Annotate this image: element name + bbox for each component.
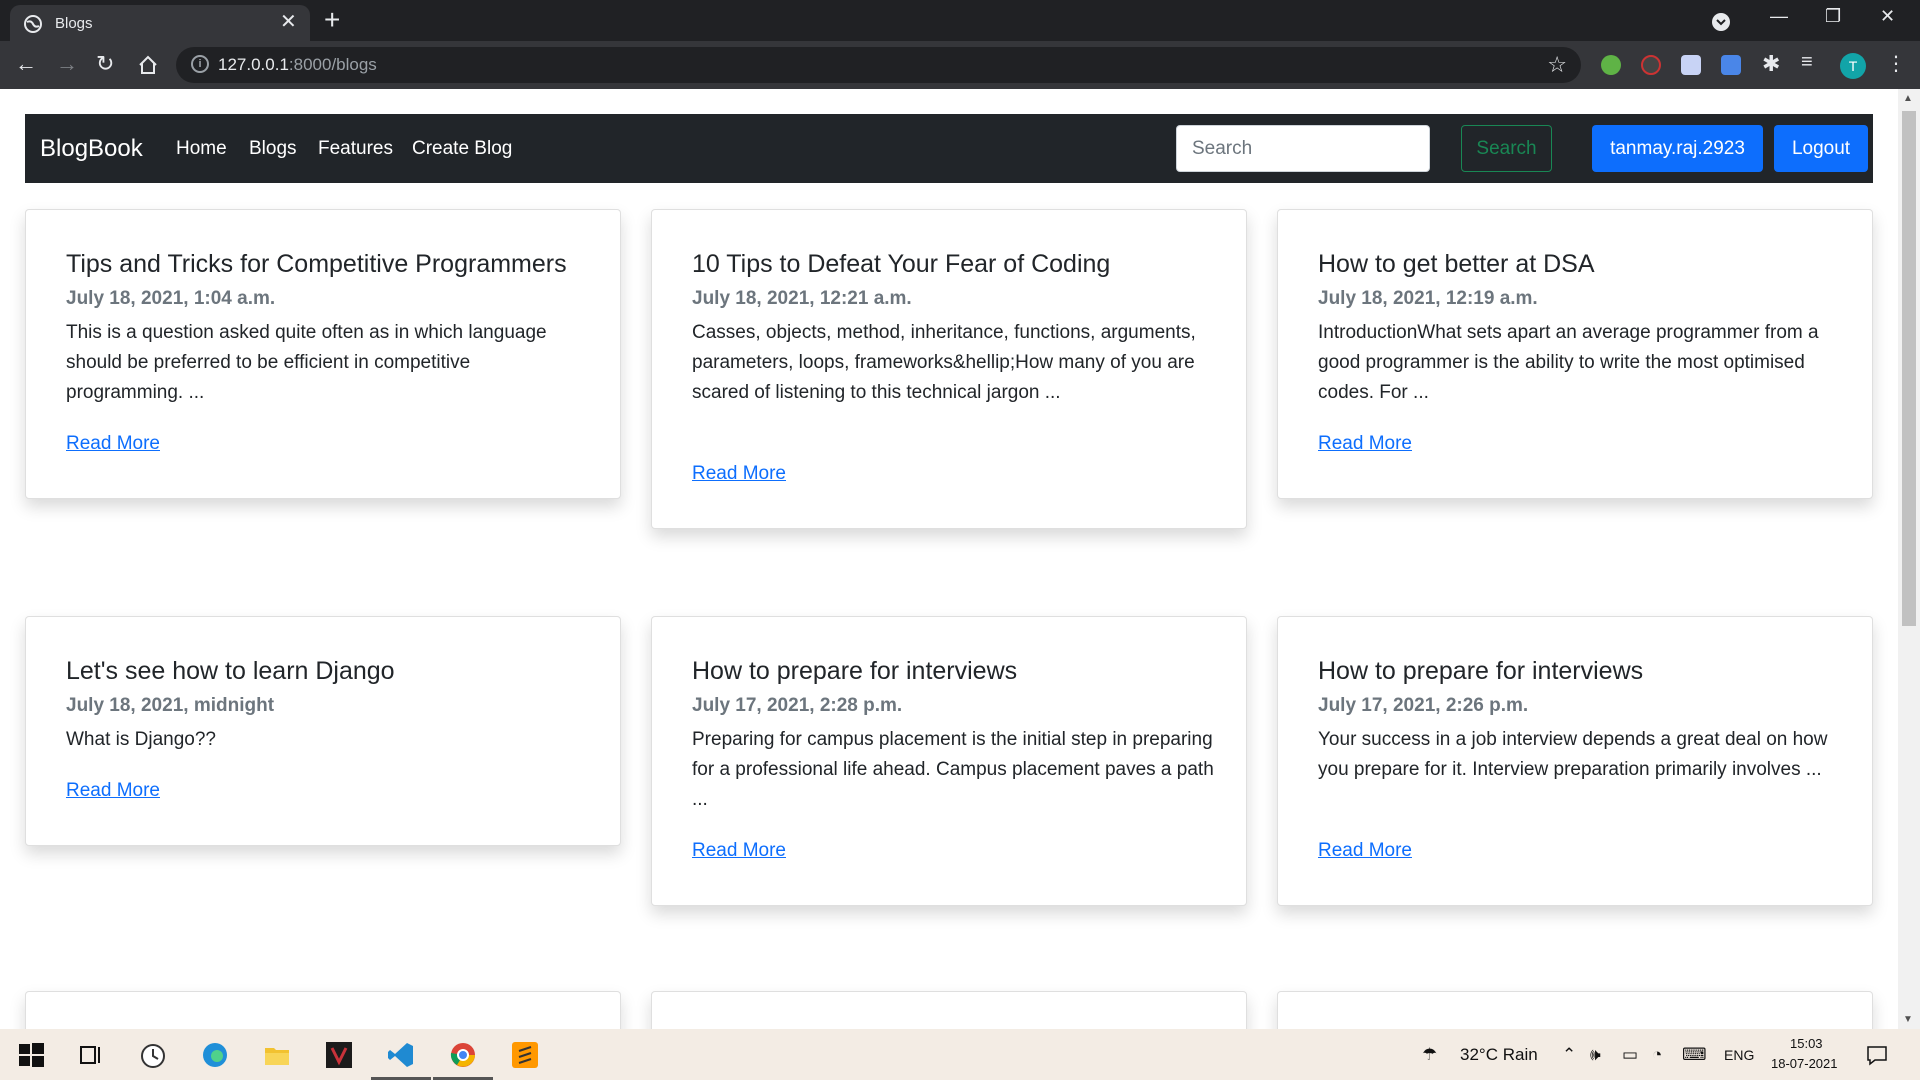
blog-title: How to get better at DSA: [1318, 250, 1595, 278]
nav-create-blog[interactable]: Create Blog: [412, 138, 512, 160]
scroll-down-icon[interactable]: ▼: [1903, 1014, 1913, 1025]
read-more-link[interactable]: Read More: [66, 433, 160, 455]
browser-tab-strip: Blogs ✕ + — ❐ ✕: [0, 0, 1920, 41]
scroll-up-icon[interactable]: ▲: [1903, 93, 1913, 104]
blog-excerpt: This is a question asked quite often as …: [66, 322, 547, 403]
reload-icon[interactable]: ↻: [96, 52, 114, 76]
blog-card: How to prepare for interviews July 17, 2…: [651, 616, 1247, 906]
translate-icon[interactable]: [1721, 55, 1741, 75]
browser-tab[interactable]: Blogs ✕: [10, 5, 310, 41]
extension-mask-icon[interactable]: [1641, 55, 1661, 75]
blog-date: July 18, 2021, midnight: [66, 695, 275, 716]
nav-home[interactable]: Home: [176, 138, 227, 160]
new-tab-icon[interactable]: +: [324, 6, 340, 34]
extensions-puzzle-icon[interactable]: ✱: [1762, 51, 1780, 77]
blog-excerpt: Preparing for campus placement is the in…: [692, 729, 1214, 810]
blog-date: July 18, 2021, 12:21 a.m.: [692, 288, 912, 309]
blog-card: How to get better at DSA July 18, 2021, …: [1277, 209, 1873, 499]
blog-excerpt: Your success in a job interview depends …: [1318, 729, 1828, 780]
blog-card: Let's see how to learn Django July 18, 2…: [25, 616, 621, 846]
keyboard-icon[interactable]: ⌨: [1682, 1045, 1707, 1065]
tab-search-icon[interactable]: [1711, 12, 1731, 32]
alarm-clock-icon[interactable]: [139, 1041, 167, 1069]
address-bar[interactable]: i 127.0.0.1:8000/blogs ☆: [176, 47, 1581, 83]
chrome-icon[interactable]: [449, 1041, 477, 1069]
search-button[interactable]: Search: [1461, 125, 1552, 172]
tab-title: Blogs: [55, 15, 93, 32]
blog-date: July 18, 2021, 1:04 a.m.: [66, 288, 276, 309]
blog-date: July 17, 2021, 2:28 p.m.: [692, 695, 903, 716]
notifications-icon[interactable]: [1865, 1043, 1889, 1067]
blog-card: Tips and Tricks for Competitive Programm…: [25, 209, 621, 499]
username-button[interactable]: tanmay.raj.2923: [1592, 125, 1763, 172]
home-icon[interactable]: [137, 54, 159, 76]
blog-card: [25, 991, 621, 1029]
game-app-icon[interactable]: [325, 1041, 353, 1069]
blog-title: 10 Tips to Defeat Your Fear of Coding: [692, 250, 1111, 278]
tab-close-icon[interactable]: ✕: [280, 12, 297, 32]
browser-toolbar: ← → ↻ i 127.0.0.1:8000/blogs ☆ ✱ ≡ T ⋮: [0, 41, 1920, 89]
file-explorer-icon[interactable]: [263, 1041, 291, 1069]
nav-blogs[interactable]: Blogs: [249, 138, 297, 160]
wifi-icon[interactable]: ◔: [1652, 1045, 1662, 1065]
read-more-link[interactable]: Read More: [692, 840, 786, 862]
clock-time[interactable]: 15:03: [1790, 1036, 1823, 1051]
menu-kebab-icon[interactable]: ⋮: [1886, 51, 1906, 76]
read-more-link[interactable]: Read More: [66, 780, 160, 802]
blog-title: Tips and Tricks for Competitive Programm…: [66, 250, 567, 278]
minimize-icon[interactable]: —: [1770, 6, 1788, 27]
search-input[interactable]: [1176, 125, 1430, 172]
blog-excerpt: IntroductionWhat sets apart an average p…: [1318, 322, 1819, 403]
window-close-icon[interactable]: ✕: [1880, 6, 1895, 27]
read-more-link[interactable]: Read More: [1318, 433, 1412, 455]
clock-date[interactable]: 18-07-2021: [1771, 1056, 1838, 1071]
page-viewport: BlogBook Home Blogs Features Create Blog…: [0, 89, 1898, 1029]
blog-excerpt: Casses, objects, method, inheritance, fu…: [692, 322, 1196, 403]
volume-icon[interactable]: 🕪: [1590, 1045, 1601, 1065]
read-more-link[interactable]: Read More: [692, 463, 786, 485]
battery-icon[interactable]: ▭: [1622, 1045, 1638, 1065]
profile-avatar[interactable]: T: [1840, 53, 1866, 79]
extension-reader-icon[interactable]: [1681, 55, 1701, 75]
forward-icon[interactable]: →: [56, 52, 78, 76]
task-view-icon[interactable]: [77, 1041, 105, 1069]
show-hidden-icons[interactable]: ⌃: [1562, 1045, 1576, 1065]
bookmark-star-icon[interactable]: ☆: [1547, 52, 1567, 78]
blog-card: [1277, 991, 1873, 1029]
blog-date: July 17, 2021, 2:26 p.m.: [1318, 695, 1529, 716]
logout-button[interactable]: Logout: [1774, 125, 1868, 172]
page-scrollbar[interactable]: ▲ ▼: [1898, 89, 1920, 1029]
weather-icon[interactable]: ☂: [1422, 1045, 1437, 1065]
url-text: 127.0.0.1:8000/blogs: [218, 55, 377, 74]
sublime-text-icon[interactable]: [511, 1041, 539, 1069]
blog-title: Let's see how to learn Django: [66, 657, 395, 685]
site-info-icon[interactable]: i: [191, 55, 209, 73]
brand-logo[interactable]: BlogBook: [40, 135, 143, 163]
blog-date: July 18, 2021, 12:19 a.m.: [1318, 288, 1538, 309]
blog-title: How to prepare for interviews: [692, 657, 1018, 685]
scrollbar-thumb[interactable]: [1902, 111, 1916, 626]
read-more-link[interactable]: Read More: [1318, 840, 1412, 862]
language-indicator[interactable]: ENG: [1724, 1047, 1754, 1063]
vscode-icon[interactable]: [387, 1041, 415, 1069]
windows-taskbar: ☂ 32°C Rain ⌃ 🕪 ▭ ◔ ⌨ ENG 15:03 18-07-20…: [0, 1029, 1920, 1080]
extension-green-icon[interactable]: [1601, 55, 1621, 75]
site-navbar: BlogBook Home Blogs Features Create Blog…: [25, 114, 1873, 183]
blog-card: 10 Tips to Defeat Your Fear of Coding Ju…: [651, 209, 1247, 529]
blog-card: How to prepare for interviews July 17, 2…: [1277, 616, 1873, 906]
edge-browser-icon[interactable]: [201, 1041, 229, 1069]
blog-excerpt: What is Django??: [66, 729, 216, 750]
globe-icon: [24, 15, 42, 33]
nav-features[interactable]: Features: [318, 138, 393, 160]
blog-card: [651, 991, 1247, 1029]
restore-icon[interactable]: ❐: [1825, 6, 1841, 27]
back-icon[interactable]: ←: [15, 52, 37, 76]
weather-text[interactable]: 32°C Rain: [1460, 1045, 1538, 1065]
reading-list-icon[interactable]: ≡: [1801, 51, 1813, 74]
windows-start-icon[interactable]: [17, 1041, 45, 1069]
blog-title: How to prepare for interviews: [1318, 657, 1644, 685]
